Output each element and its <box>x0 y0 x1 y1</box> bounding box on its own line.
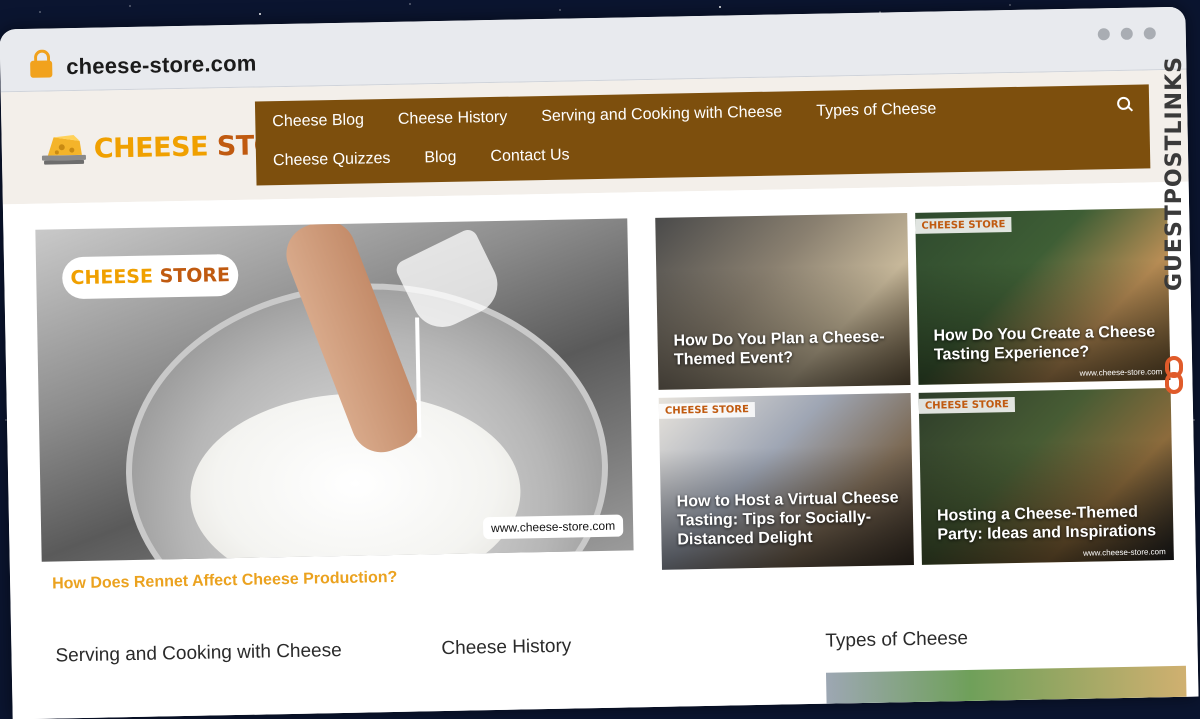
cheese-logo-icon <box>41 135 86 165</box>
card-watermark-url: www.cheese-store.com <box>1079 367 1163 378</box>
card-watermark-url: www.cheese-store.com <box>1082 547 1166 558</box>
nav-serving-cooking[interactable]: Serving and Cooking with Cheese <box>524 103 799 126</box>
post-card[interactable]: CHEESE STORE How to Host a Virtual Chees… <box>658 393 914 570</box>
nav-cheese-quizzes[interactable]: Cheese Quizzes <box>256 150 408 171</box>
post-card[interactable]: CHEESE STORE Hosting a Cheese-Themed Par… <box>918 388 1174 565</box>
window-dot-icon <box>1143 27 1156 40</box>
window-dot-icon <box>1097 28 1110 41</box>
nav-cheese-blog[interactable]: Cheese Blog <box>255 111 381 131</box>
post-card-title[interactable]: How Do You Create a Cheese Tasting Exper… <box>933 322 1160 364</box>
window-dot-icon <box>1120 27 1133 40</box>
post-card-title[interactable]: Hosting a Cheese-Themed Party: Ideas and… <box>937 502 1164 544</box>
main-content: CHEESE STORE www.cheese-store.com How Do… <box>2 181 1199 719</box>
nav-types-of-cheese[interactable]: Types of Cheese <box>799 100 953 121</box>
section-title-serving[interactable]: Serving and Cooking with Cheese <box>55 640 342 667</box>
browser-window: cheese-store.com CHEESE STORE Ch <box>0 6 1199 719</box>
guestpostlinks-overlay: GUESTPOSTLINKS <box>1154 56 1194 394</box>
lock-icon <box>30 49 53 78</box>
nav-cheese-history[interactable]: Cheese History <box>381 108 525 129</box>
main-navigation: Cheese Blog Cheese History Serving and C… <box>254 84 1151 186</box>
hero-image[interactable]: CHEESE STORE www.cheese-store.com <box>35 218 634 562</box>
post-card-title[interactable]: How to Host a Virtual Cheese Tasting: Ti… <box>677 488 904 549</box>
hero-post-title[interactable]: How Does Rennet Affect Cheese Production… <box>52 569 398 594</box>
window-controls <box>1097 27 1156 41</box>
post-card-title[interactable]: How Do You Plan a Cheese-Themed Event? <box>673 327 900 369</box>
card-logo-badge: CHEESE STORE <box>915 217 1012 234</box>
section-title-history[interactable]: Cheese History <box>441 636 571 660</box>
nav-blog[interactable]: Blog <box>407 148 473 167</box>
search-icon[interactable] <box>1117 97 1131 111</box>
hero-logo-badge: CHEESE STORE <box>61 253 239 300</box>
url-text[interactable]: cheese-store.com <box>66 51 257 81</box>
post-card[interactable]: CHEESE STORE How Do You Create a Cheese … <box>915 208 1171 385</box>
category-sections: Serving and Cooking with Cheese Cheese H… <box>11 622 1197 713</box>
nav-contact-us[interactable]: Contact Us <box>473 146 586 166</box>
guestpostlinks-wordmark: GUESTPOSTLINKS <box>1161 56 1187 291</box>
card-logo-badge: CHEESE STORE <box>918 397 1015 414</box>
post-card[interactable]: How Do You Plan a Cheese-Themed Event? <box>655 213 911 390</box>
link-icon <box>1163 356 1185 396</box>
card-logo-badge: CHEESE STORE <box>658 402 756 419</box>
hero-watermark-url: www.cheese-store.com <box>482 514 624 540</box>
section-thumbnail[interactable] <box>825 665 1187 713</box>
section-title-types[interactable]: Types of Cheese <box>825 628 968 653</box>
